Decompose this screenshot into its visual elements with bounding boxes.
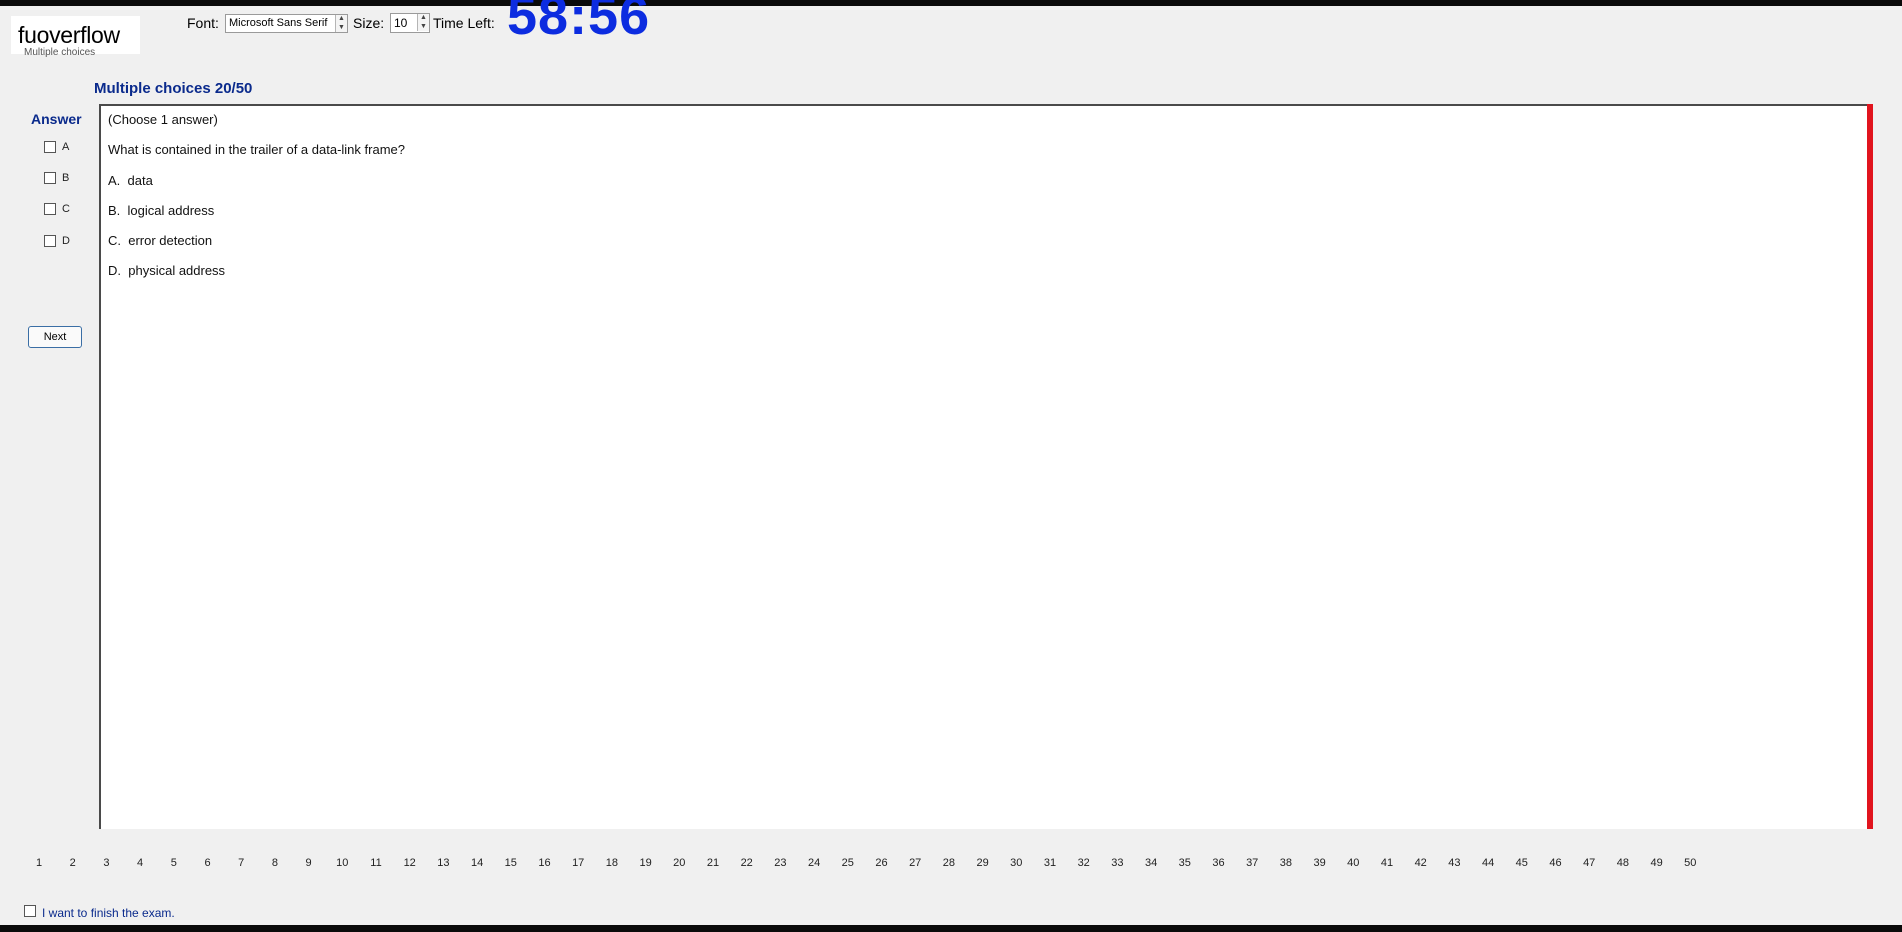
choice-b: B. logical address — [108, 203, 214, 218]
choice-c: C. error detection — [108, 233, 212, 248]
page-link-46[interactable]: 46 — [1546, 857, 1566, 869]
spin-up-icon[interactable]: ▲ — [338, 15, 345, 23]
page-link-9[interactable]: 9 — [299, 857, 319, 869]
page-link-34[interactable]: 34 — [1141, 857, 1161, 869]
page-link-48[interactable]: 48 — [1613, 857, 1633, 869]
answer-checkbox-b[interactable] — [44, 172, 56, 184]
question-text: What is contained in the trailer of a da… — [108, 142, 405, 157]
spin-down-icon[interactable]: ▼ — [420, 23, 427, 31]
answer-option-a: A — [62, 141, 70, 153]
choice-letter: C. — [108, 233, 121, 248]
page-link-14[interactable]: 14 — [467, 857, 487, 869]
answer-option-b: B — [62, 172, 70, 184]
question-panel: (Choose 1 answer) What is contained in t… — [99, 104, 1871, 829]
page-link-25[interactable]: 25 — [838, 857, 858, 869]
section-title: Multiple choices 20/50 — [94, 80, 253, 97]
finish-exam-label[interactable]: I want to finish the exam. — [42, 906, 175, 920]
choice-a: A. data — [108, 173, 153, 188]
page-link-18[interactable]: 18 — [602, 857, 622, 869]
page-link-15[interactable]: 15 — [501, 857, 521, 869]
page-link-5[interactable]: 5 — [164, 857, 184, 869]
page-link-12[interactable]: 12 — [400, 857, 420, 869]
choice-text: physical address — [128, 263, 226, 278]
page-link-44[interactable]: 44 — [1478, 857, 1498, 869]
page-link-11[interactable]: 11 — [366, 857, 386, 869]
choice-text: error detection — [128, 233, 213, 248]
page-link-6[interactable]: 6 — [198, 857, 218, 869]
page-link-20[interactable]: 20 — [669, 857, 689, 869]
page-link-4[interactable]: 4 — [130, 857, 150, 869]
page-link-8[interactable]: 8 — [265, 857, 285, 869]
answer-label: Answer — [31, 111, 82, 127]
font-select-value: Microsoft Sans Serif — [229, 17, 328, 29]
font-label: Font: — [187, 15, 219, 31]
answer-checkbox-d[interactable] — [44, 235, 56, 247]
choice-text: data — [127, 173, 153, 188]
page-link-24[interactable]: 24 — [804, 857, 824, 869]
answer-option-c: C — [62, 203, 70, 215]
page-link-42[interactable]: 42 — [1411, 857, 1431, 869]
page-link-2[interactable]: 2 — [63, 857, 83, 869]
page-link-19[interactable]: 19 — [636, 857, 656, 869]
font-select[interactable]: Microsoft Sans Serif — [225, 14, 348, 33]
panel-right-edge — [1867, 104, 1873, 829]
top-black-bar — [0, 0, 1902, 6]
finish-exam-checkbox[interactable] — [24, 905, 36, 917]
spin-up-icon[interactable]: ▲ — [420, 14, 427, 22]
page-link-43[interactable]: 43 — [1444, 857, 1464, 869]
section-subcaption: Multiple choices — [24, 47, 96, 58]
page-link-38[interactable]: 38 — [1276, 857, 1296, 869]
page-link-3[interactable]: 3 — [96, 857, 116, 869]
size-input-value: 10 — [394, 16, 408, 30]
choice-d: D. physical address — [108, 263, 225, 278]
choice-letter: B. — [108, 203, 121, 218]
question-pager: 1 2 3 4 5 6 7 8 9 10 11 12 13 14 15 16 17 18 19 20 21 22 23 24 2… — [0, 857, 1902, 873]
page-link-29[interactable]: 29 — [973, 857, 993, 869]
page-link-21[interactable]: 21 — [703, 857, 723, 869]
page-link-40[interactable]: 40 — [1343, 857, 1363, 869]
page-link-16[interactable]: 16 — [535, 857, 555, 869]
page-link-30[interactable]: 30 — [1006, 857, 1026, 869]
page-link-47[interactable]: 47 — [1579, 857, 1599, 869]
time-left-label: Time Left: — [433, 15, 495, 31]
choice-letter: D. — [108, 263, 121, 278]
page-link-13[interactable]: 13 — [433, 857, 453, 869]
page-link-26[interactable]: 26 — [872, 857, 892, 869]
countdown-timer: 58:56 — [507, 0, 651, 46]
bottom-black-bar — [0, 925, 1902, 932]
page-link-41[interactable]: 41 — [1377, 857, 1397, 869]
choice-text: logical address — [127, 203, 215, 218]
page-link-22[interactable]: 22 — [737, 857, 757, 869]
next-button[interactable]: Next — [28, 326, 82, 348]
question-instruction: (Choose 1 answer) — [108, 112, 218, 127]
page-link-28[interactable]: 28 — [939, 857, 959, 869]
page-link-49[interactable]: 49 — [1647, 857, 1667, 869]
answer-option-d: D — [62, 235, 70, 247]
page-link-7[interactable]: 7 — [231, 857, 251, 869]
page-link-45[interactable]: 45 — [1512, 857, 1532, 869]
page-link-31[interactable]: 31 — [1040, 857, 1060, 869]
page-link-10[interactable]: 10 — [332, 857, 352, 869]
answer-checkbox-c[interactable] — [44, 203, 56, 215]
page-link-23[interactable]: 23 — [770, 857, 790, 869]
page-link-36[interactable]: 36 — [1209, 857, 1229, 869]
size-spinner[interactable]: ▲ ▼ — [417, 14, 429, 31]
spin-down-icon[interactable]: ▼ — [338, 24, 345, 32]
page-link-39[interactable]: 39 — [1310, 857, 1330, 869]
answer-checkbox-a[interactable] — [44, 141, 56, 153]
size-label: Size: — [353, 15, 385, 31]
page-link-50[interactable]: 50 — [1680, 857, 1700, 869]
page-link-33[interactable]: 33 — [1107, 857, 1127, 869]
page-link-27[interactable]: 27 — [905, 857, 925, 869]
font-spinner[interactable]: ▲ ▼ — [335, 15, 347, 32]
page-link-37[interactable]: 37 — [1242, 857, 1262, 869]
choice-letter: A. — [108, 173, 121, 188]
page-link-1[interactable]: 1 — [29, 857, 49, 869]
page-link-32[interactable]: 32 — [1074, 857, 1094, 869]
page-link-35[interactable]: 35 — [1175, 857, 1195, 869]
page-link-17[interactable]: 17 — [568, 857, 588, 869]
